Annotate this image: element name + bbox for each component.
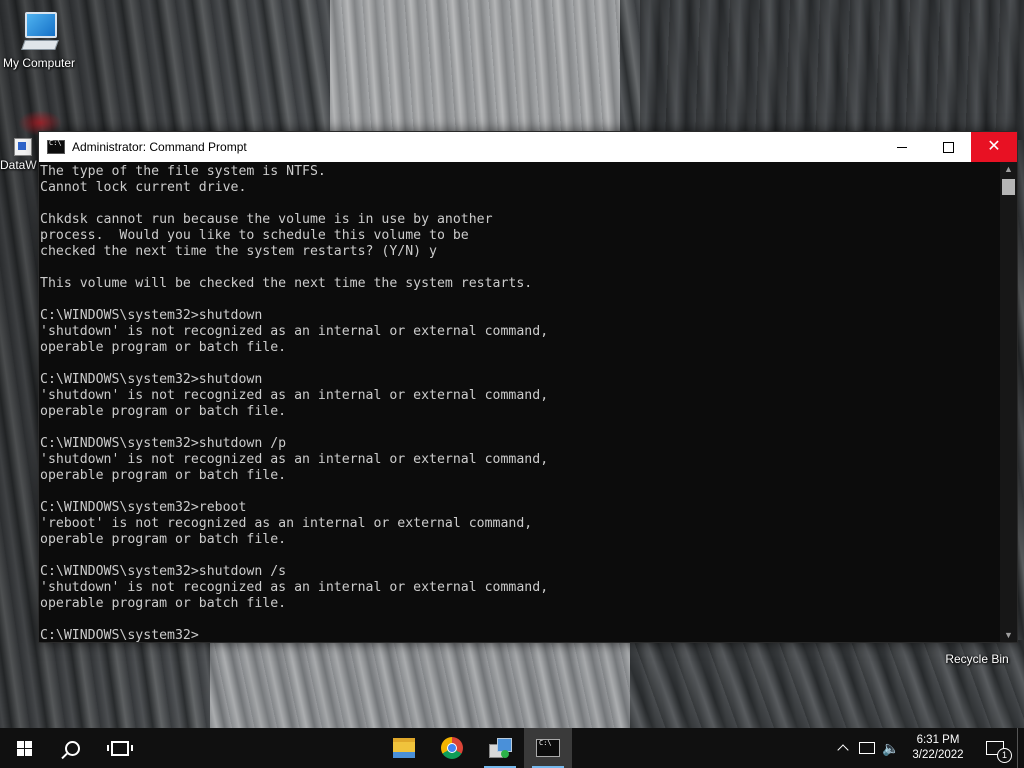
scroll-down-icon[interactable]: ▼	[1000, 628, 1017, 642]
taskbar-app-file-explorer[interactable]	[380, 728, 428, 768]
console-text: The type of the file system is NTFS. Can…	[40, 164, 549, 642]
maximize-button[interactable]	[925, 132, 971, 162]
action-center-button[interactable]: 1	[973, 728, 1017, 768]
clock-time: 6:31 PM	[916, 734, 960, 746]
minimize-icon	[897, 146, 907, 148]
desktop-icon-my-computer[interactable]: My Computer	[0, 8, 78, 70]
start-button[interactable]	[0, 728, 48, 768]
taskbar-app-network-admin[interactable]	[476, 728, 524, 768]
search-icon	[64, 740, 80, 756]
maximize-icon	[942, 141, 954, 153]
close-icon: ✕	[987, 138, 1001, 155]
desktop-icon-dataw[interactable]: DataW	[0, 138, 40, 172]
window-controls: ✕	[879, 132, 1017, 162]
show-hidden-icons-button[interactable]	[831, 728, 855, 768]
show-desktop-button[interactable]	[1017, 728, 1024, 768]
wallpaper-rock	[330, 0, 620, 140]
wallpaper-rock	[210, 640, 630, 730]
network-button[interactable]	[855, 728, 879, 768]
scroll-up-icon[interactable]: ▲	[1000, 162, 1017, 176]
scroll-thumb[interactable]	[1002, 179, 1015, 195]
windows-logo-icon	[16, 740, 32, 756]
vertical-scrollbar[interactable]: ▲ ▼	[1000, 162, 1017, 642]
network-icon	[859, 742, 875, 754]
close-button[interactable]: ✕	[971, 132, 1017, 162]
desktop-icon-recycle-bin[interactable]: Recycle Bin	[934, 652, 1020, 666]
search-button[interactable]	[48, 728, 96, 768]
chrome-icon	[441, 737, 463, 759]
command-prompt-window[interactable]: Administrator: Command Prompt ✕ The type…	[38, 131, 1018, 643]
task-view-icon	[107, 740, 133, 756]
system-tray: 🔈 6:31 PM 3/22/2022 1	[831, 728, 1024, 768]
task-view-button[interactable]	[96, 728, 144, 768]
notification-count-badge: 1	[997, 748, 1012, 763]
file-explorer-icon	[393, 738, 415, 758]
desktop-icon-label: Recycle Bin	[945, 652, 1009, 666]
console-output[interactable]: The type of the file system is NTFS. Can…	[39, 162, 1000, 642]
shortcut-icon	[14, 138, 32, 156]
computer-icon	[21, 8, 59, 54]
command-prompt-icon	[536, 739, 560, 757]
chevron-up-icon	[837, 744, 849, 756]
clock[interactable]: 6:31 PM 3/22/2022	[903, 728, 973, 768]
taskbar: 🔈 6:31 PM 3/22/2022 1	[0, 728, 1024, 768]
command-prompt-icon[interactable]	[47, 139, 65, 154]
clock-date: 3/22/2022	[912, 749, 964, 761]
volume-button[interactable]: 🔈	[879, 728, 903, 768]
taskbar-app-command-prompt[interactable]	[524, 728, 572, 768]
title-bar[interactable]: Administrator: Command Prompt ✕	[39, 132, 1017, 162]
speaker-icon: 🔈	[882, 739, 900, 756]
network-admin-icon	[489, 738, 512, 758]
desktop-icon-label: DataW	[0, 158, 37, 172]
minimize-button[interactable]	[879, 132, 925, 162]
window-title: Administrator: Command Prompt	[72, 140, 247, 154]
wallpaper-rock	[640, 0, 1024, 140]
taskbar-app-chrome[interactable]	[428, 728, 476, 768]
desktop-icon-label: My Computer	[2, 56, 76, 70]
